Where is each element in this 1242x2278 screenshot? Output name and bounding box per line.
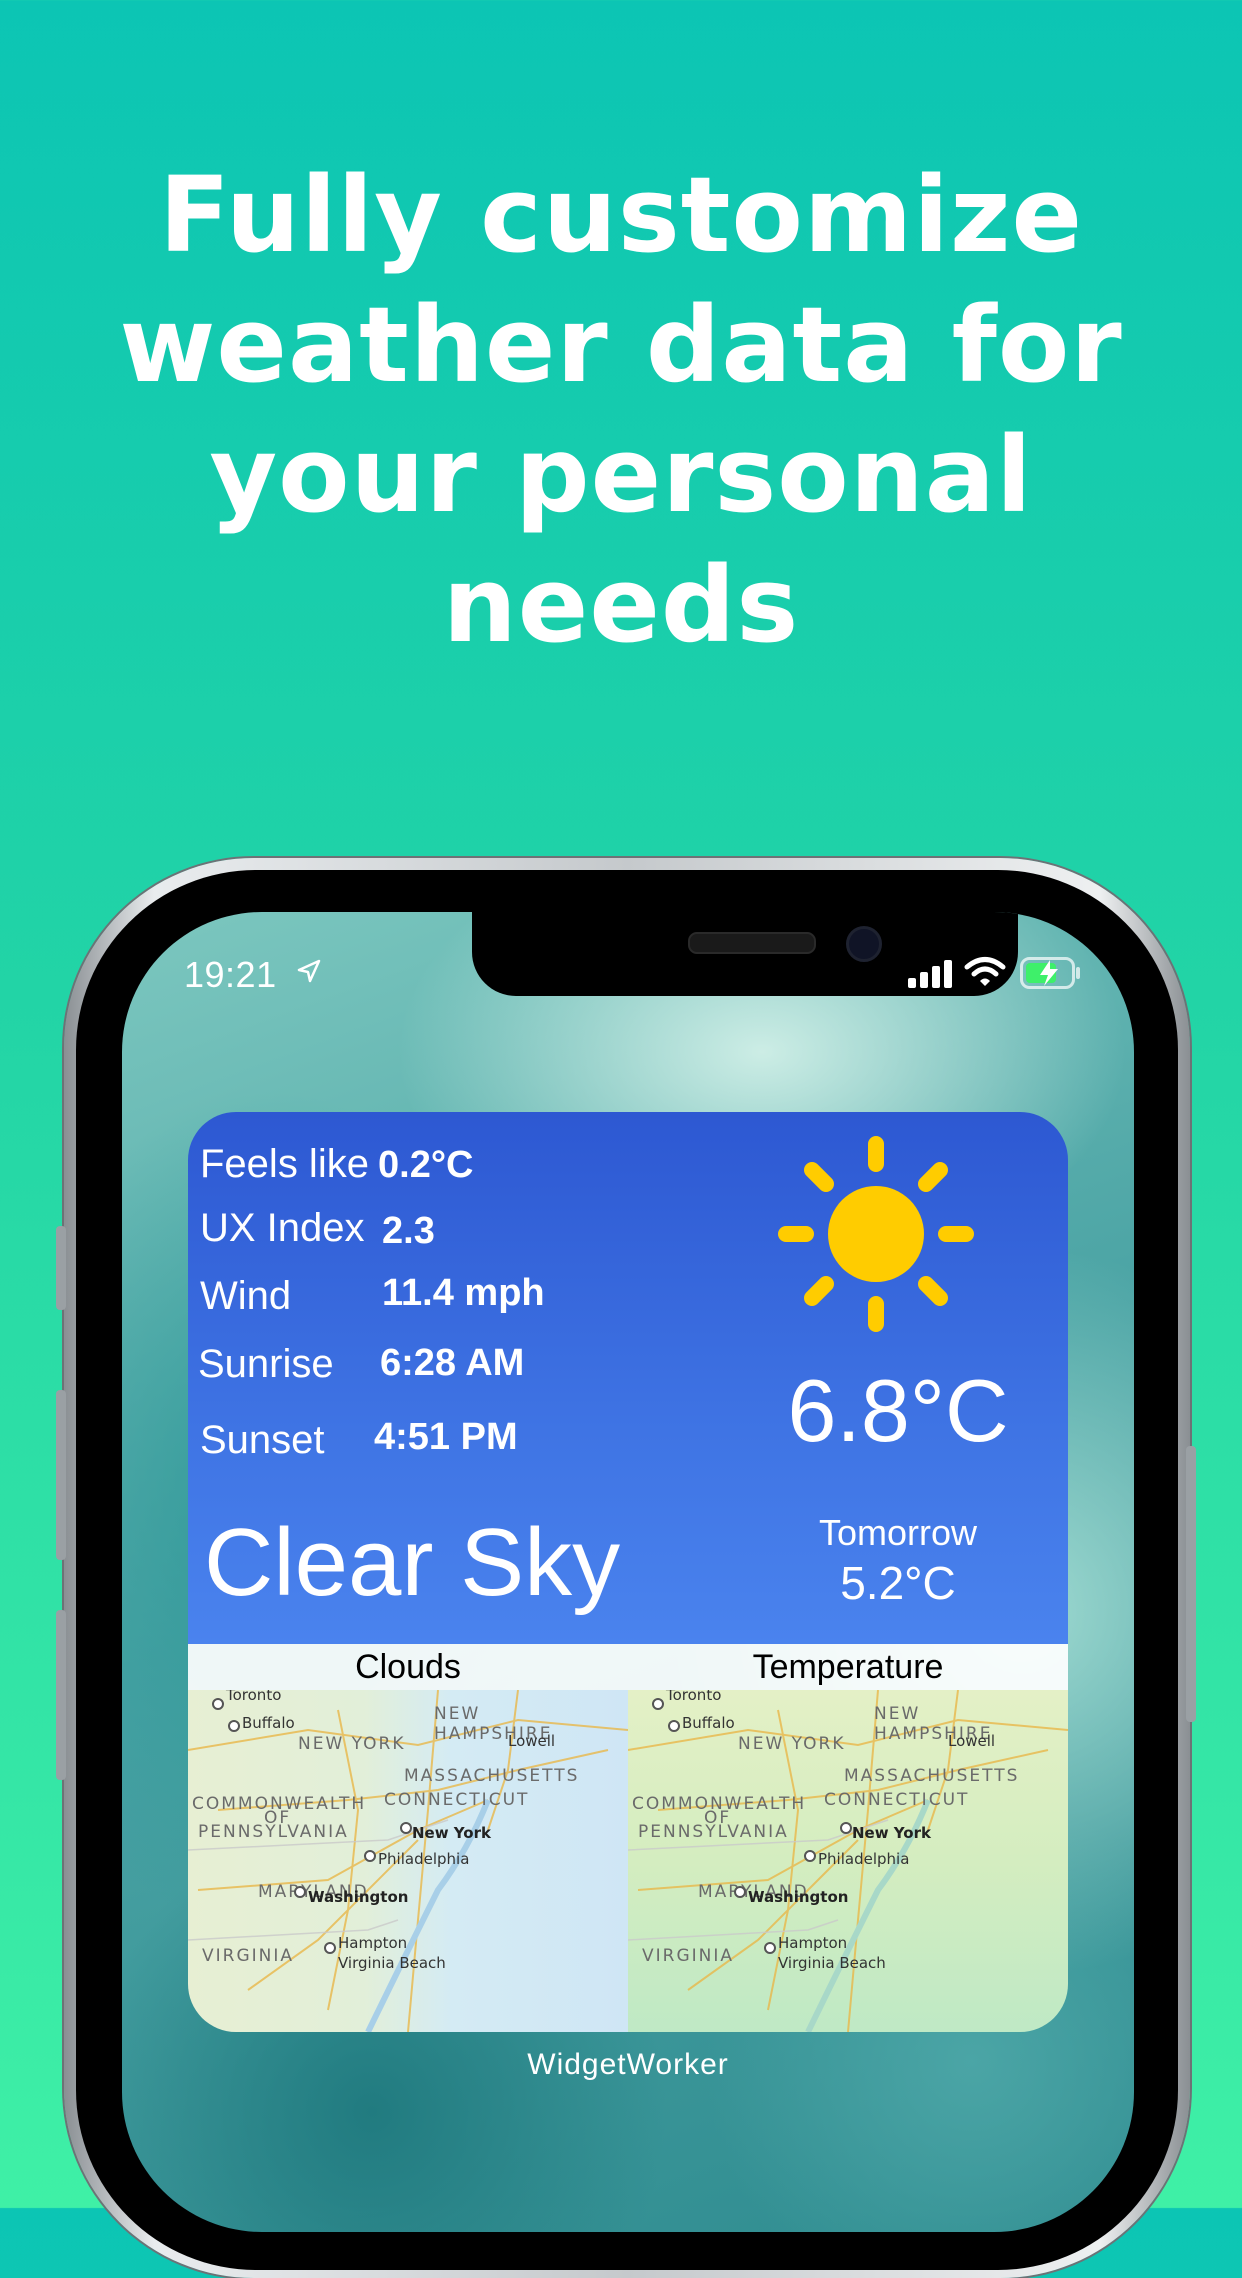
city-hampton: Hampton — [778, 1934, 848, 1952]
clouds-map-title: Clouds — [355, 1648, 461, 1686]
city-lowell: Lowell — [508, 1732, 556, 1750]
sunrise-value: 6:28 AM — [380, 1342, 525, 1384]
feels-like-label: Feels like — [200, 1142, 369, 1186]
widget-caption: WidgetWorker — [527, 2048, 729, 2081]
city-toronto: Toronto — [226, 1690, 282, 1704]
weather-panel: Feels like 0.2°C UX Index 2.3 Wind 11.4 … — [188, 1112, 1068, 1644]
feels-like-value: 0.2°C — [378, 1144, 474, 1186]
map-label-pennsylvania: PENNSYLVANIA — [198, 1822, 349, 1842]
city-dot — [324, 1942, 336, 1954]
city-toronto: Toronto — [666, 1690, 722, 1704]
condition-summary: Clear Sky — [204, 1509, 621, 1616]
city-dot — [400, 1822, 412, 1834]
city-dot — [364, 1850, 376, 1862]
ux-index-label: UX Index — [200, 1206, 365, 1250]
headline-line-4: needs — [442, 544, 800, 666]
map-label-connecticut: CONNECTICUT — [824, 1790, 970, 1810]
sunrise-label: Sunrise — [198, 1342, 334, 1386]
location-arrow-icon — [297, 959, 321, 983]
map-label-massachusetts: MASSACHUSETTS — [404, 1766, 580, 1786]
city-washington: Washington — [308, 1888, 409, 1906]
city-dot — [652, 1698, 664, 1710]
current-temperature: 6.8°C — [787, 1361, 1009, 1460]
wifi-icon — [964, 957, 1006, 986]
city-philadelphia: Philadelphia — [818, 1850, 910, 1868]
sunset-label: Sunset — [200, 1418, 325, 1462]
city-dot — [734, 1886, 746, 1898]
city-dot — [804, 1850, 816, 1862]
power-button — [1186, 1446, 1196, 1722]
volume-down-button — [56, 1610, 66, 1780]
city-dot — [840, 1822, 852, 1834]
city-buffalo: Buffalo — [682, 1714, 735, 1732]
map-label-new-york: NEW YORK — [298, 1734, 406, 1754]
city-buffalo: Buffalo — [242, 1714, 295, 1732]
headline-line-2: weather data for — [119, 284, 1123, 406]
map-label-virginia: VIRGINIA — [202, 1946, 295, 1966]
phone-screen: 19:21 Feels like 0.2°C UX Index 2.3 Wind… — [122, 912, 1134, 2232]
city-virginia-beach: Virginia Beach — [338, 1954, 446, 1972]
city-philadelphia: Philadelphia — [378, 1850, 470, 1868]
city-dot — [764, 1942, 776, 1954]
map-label-massachusetts: MASSACHUSETTS — [844, 1766, 1020, 1786]
cellular-signal-icon — [908, 960, 952, 988]
ux-index-value: 2.3 — [382, 1210, 435, 1252]
temperature-map[interactable]: NEW HAMPSHIRE NEW YORK MASSACHUSETTS CON… — [628, 1690, 1068, 2032]
silent-switch — [56, 1226, 66, 1310]
map-label-connecticut: CONNECTICUT — [384, 1790, 530, 1810]
headline: Fully customize weather data for your pe… — [0, 150, 1242, 670]
speaker-grille — [688, 932, 816, 954]
city-virginia-beach: Virginia Beach — [778, 1954, 886, 1972]
city-dot — [228, 1720, 240, 1732]
clouds-map[interactable]: NEW HAMPSHIRE NEW YORK MASSACHUSETTS CON… — [188, 1690, 628, 2032]
weather-widget[interactable]: Feels like 0.2°C UX Index 2.3 Wind 11.4 … — [188, 1112, 1068, 2032]
sun-icon — [778, 1136, 974, 1332]
map-label-new-york: NEW YORK — [738, 1734, 846, 1754]
headline-line-1: Fully customize — [158, 154, 1084, 276]
temperature-map-title: Temperature — [752, 1648, 944, 1686]
wind-label: Wind — [200, 1274, 292, 1318]
headline-line-3: your personal — [209, 414, 1033, 536]
wind-value: 11.4 mph — [382, 1272, 545, 1314]
maps-header: Clouds Temperature — [188, 1644, 1068, 1690]
city-new-york: New York — [852, 1824, 931, 1842]
city-dot — [668, 1720, 680, 1732]
city-washington: Washington — [748, 1888, 849, 1906]
city-hampton: Hampton — [338, 1934, 408, 1952]
map-label-pennsylvania: PENNSYLVANIA — [638, 1822, 789, 1842]
city-lowell: Lowell — [948, 1732, 996, 1750]
city-new-york: New York — [412, 1824, 491, 1842]
front-camera — [846, 926, 882, 962]
city-dot — [212, 1698, 224, 1710]
sunset-value: 4:51 PM — [374, 1416, 518, 1458]
tomorrow-temperature: 5.2°C — [840, 1557, 956, 1609]
tomorrow-label: Tomorrow — [818, 1512, 978, 1553]
status-time: 19:21 — [184, 954, 277, 995]
map-label-virginia: VIRGINIA — [642, 1946, 735, 1966]
volume-up-button — [56, 1390, 66, 1560]
city-dot — [294, 1886, 306, 1898]
battery-charging-icon — [1020, 957, 1080, 989]
